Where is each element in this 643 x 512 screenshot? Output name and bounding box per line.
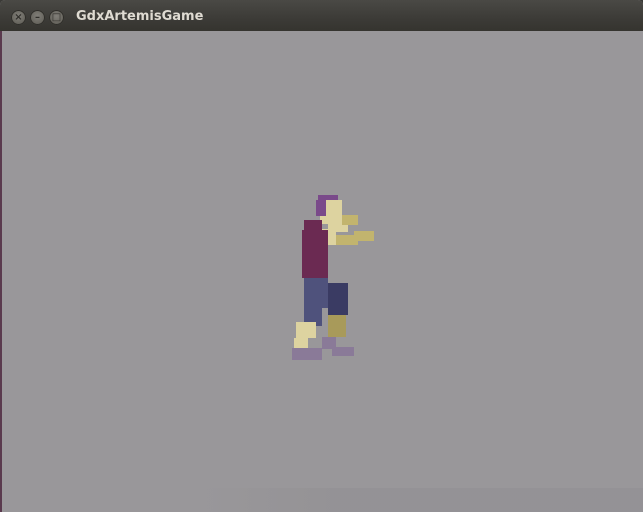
minimize-icon: – bbox=[35, 12, 40, 23]
sprite-pants-dark bbox=[328, 283, 348, 315]
title-bar[interactable]: × – □ GdxArtemisGame bbox=[0, 0, 643, 32]
sprite-pants bbox=[304, 278, 328, 308]
canvas-shadow bbox=[200, 488, 643, 512]
window-title: GdxArtemisGame bbox=[76, 9, 204, 24]
sprite-leg bbox=[296, 322, 316, 338]
sprite-arm bbox=[342, 215, 358, 225]
sprite-leg bbox=[328, 315, 346, 337]
sprite-shoe bbox=[292, 348, 322, 360]
sprite-shirt bbox=[302, 230, 328, 278]
app-window: × – □ GdxArtemisGame bbox=[0, 0, 643, 512]
close-button[interactable]: × bbox=[11, 10, 26, 25]
sprite-hair bbox=[316, 200, 326, 216]
sprite-hair bbox=[318, 195, 338, 200]
sprite-leg bbox=[294, 338, 308, 348]
maximize-button[interactable]: □ bbox=[49, 10, 64, 25]
sprite-shirt bbox=[304, 220, 322, 230]
fighter-sprite bbox=[292, 195, 376, 363]
minimize-button[interactable]: – bbox=[30, 10, 45, 25]
close-icon: × bbox=[14, 12, 23, 23]
fighter-sprite-svg bbox=[292, 195, 374, 360]
sprite-shoe bbox=[332, 347, 354, 356]
maximize-icon: □ bbox=[51, 12, 62, 23]
